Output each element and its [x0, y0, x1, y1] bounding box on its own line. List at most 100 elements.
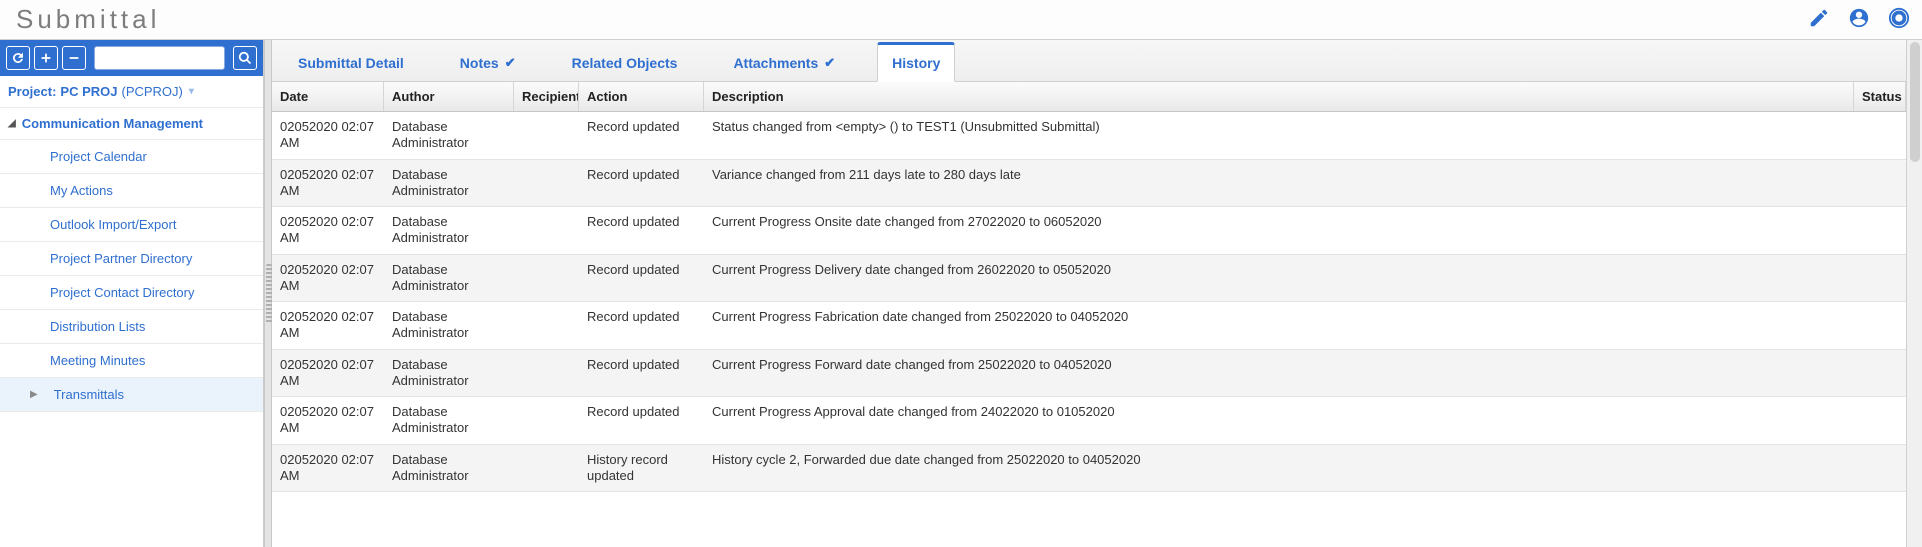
cell-status	[1854, 445, 1906, 492]
tab-bar: Submittal Detail Notes✔ Related Objects Att…	[272, 40, 1906, 82]
sidebar-item[interactable]: Project Calendar	[0, 140, 263, 174]
sidebar-item-label: Meeting Minutes	[50, 353, 145, 368]
cell-recipient	[514, 255, 579, 302]
tab[interactable]: History	[877, 42, 955, 82]
check-icon: ✔	[505, 55, 516, 71]
content-area: Submittal Detail Notes✔ Related Objects Att…	[272, 40, 1906, 547]
cell-description: Status changed from <empty> () to TEST1 …	[704, 112, 1854, 159]
edit-icon[interactable]	[1808, 7, 1830, 32]
search-input[interactable]	[94, 46, 225, 70]
project-code: (PCPROJ)	[121, 84, 182, 99]
cell-status	[1854, 207, 1906, 254]
cell-date: 02052020 02:07 AM	[272, 350, 384, 397]
cell-date: 02052020 02:07 AM	[272, 302, 384, 349]
search-button[interactable]	[233, 46, 257, 70]
grid-body: 02052020 02:07 AMDatabase AdministratorR…	[272, 112, 1906, 547]
tab-label: Attachments	[733, 55, 818, 71]
cell-description: Variance changed from 211 days late to 2…	[704, 160, 1854, 207]
table-row[interactable]: 02052020 02:07 AMDatabase AdministratorR…	[272, 350, 1906, 398]
col-header-status[interactable]: Status	[1854, 82, 1906, 111]
sidebar-item[interactable]: My Actions	[0, 174, 263, 208]
tab-label: Related Objects	[572, 55, 678, 71]
refresh-button[interactable]	[6, 46, 30, 70]
nav-group-communication-management[interactable]: ◢ Communication Management	[0, 108, 263, 140]
sidebar: Project: PC PROJ (PCPROJ) ▾ ◢ Communicat…	[0, 40, 264, 547]
cell-description: Current Progress Onsite date changed fro…	[704, 207, 1854, 254]
page-title: Submittal	[16, 4, 160, 35]
cell-recipient	[514, 350, 579, 397]
cell-description: Current Progress Fabrication date change…	[704, 302, 1854, 349]
expand-icon: ▶	[30, 389, 38, 400]
col-header-action[interactable]: Action	[579, 82, 704, 111]
check-icon: ✔	[824, 55, 835, 71]
col-header-description[interactable]: Description	[704, 82, 1854, 111]
add-button[interactable]	[34, 46, 58, 70]
table-row[interactable]: 02052020 02:07 AMDatabase AdministratorR…	[272, 255, 1906, 303]
sidebar-search	[94, 46, 225, 70]
cell-action: Record updated	[579, 160, 704, 207]
cell-action: Record updated	[579, 255, 704, 302]
table-row[interactable]: 02052020 02:07 AMDatabase AdministratorR…	[272, 302, 1906, 350]
col-header-recipient[interactable]: Recipient	[514, 82, 579, 111]
sidebar-item[interactable]: Project Contact Directory	[0, 276, 263, 310]
sidebar-item[interactable]: Distribution Lists	[0, 310, 263, 344]
chevron-down-icon: ▾	[189, 86, 194, 97]
cell-status	[1854, 160, 1906, 207]
cell-author: Database Administrator	[384, 112, 514, 159]
cell-action: Record updated	[579, 207, 704, 254]
remove-button[interactable]	[62, 46, 86, 70]
tab-label: Submittal Detail	[298, 55, 404, 71]
grid-header: Date Author Recipient Action Description…	[272, 82, 1906, 112]
cell-author: Database Administrator	[384, 350, 514, 397]
app-header: Submittal	[0, 0, 1922, 40]
sidebar-item-label: Project Contact Directory	[50, 285, 195, 300]
user-icon[interactable]	[1848, 7, 1870, 32]
scrollbar-thumb[interactable]	[1910, 42, 1920, 162]
cell-action: Record updated	[579, 302, 704, 349]
cell-status	[1854, 350, 1906, 397]
cell-status	[1854, 112, 1906, 159]
tab[interactable]: Notes✔	[446, 45, 530, 81]
splitter[interactable]	[264, 40, 272, 547]
cell-author: Database Administrator	[384, 445, 514, 492]
col-header-date[interactable]: Date	[272, 82, 384, 111]
cell-recipient	[514, 207, 579, 254]
header-actions	[1808, 7, 1910, 32]
table-row[interactable]: 02052020 02:07 AMDatabase AdministratorR…	[272, 207, 1906, 255]
sidebar-item[interactable]: Outlook Import/Export	[0, 208, 263, 242]
cell-date: 02052020 02:07 AM	[272, 112, 384, 159]
sidebar-item[interactable]: Meeting Minutes	[0, 344, 263, 378]
cell-description: History cycle 2, Forwarded due date chan…	[704, 445, 1854, 492]
main-layout: Project: PC PROJ (PCPROJ) ▾ ◢ Communicat…	[0, 40, 1922, 547]
tab[interactable]: Related Objects	[558, 45, 692, 81]
cell-description: Current Progress Forward date changed fr…	[704, 350, 1854, 397]
tab[interactable]: Attachments ✔	[719, 45, 849, 81]
cell-action: Record updated	[579, 397, 704, 444]
col-header-author[interactable]: Author	[384, 82, 514, 111]
sidebar-item[interactable]: ▶ Transmittals	[0, 378, 263, 412]
cell-date: 02052020 02:07 AM	[272, 207, 384, 254]
sidebar-item-label: Distribution Lists	[50, 319, 145, 334]
cell-author: Database Administrator	[384, 397, 514, 444]
tab-label: History	[892, 55, 940, 71]
sidebar-item-label: Project Partner Directory	[50, 251, 192, 266]
help-icon[interactable]	[1888, 7, 1910, 32]
table-row[interactable]: 02052020 02:07 AMDatabase AdministratorR…	[272, 397, 1906, 445]
sidebar-item-label: Transmittals	[54, 387, 124, 402]
table-row[interactable]: 02052020 02:07 AMDatabase Administrator R…	[272, 112, 1906, 160]
sidebar-item-label: Project Calendar	[50, 149, 147, 164]
cell-author: Database Administrator	[384, 255, 514, 302]
project-selector[interactable]: Project: PC PROJ (PCPROJ) ▾	[0, 76, 263, 108]
cell-status	[1854, 302, 1906, 349]
table-row[interactable]: 02052020 02:07 AMDatabase AdministratorR…	[272, 160, 1906, 208]
sidebar-toolbar	[0, 40, 263, 76]
cell-status	[1854, 255, 1906, 302]
nav-group-label: Communication Management	[22, 116, 203, 131]
sidebar-item-label: My Actions	[50, 183, 113, 198]
vertical-scrollbar[interactable]	[1906, 40, 1922, 547]
sidebar-item[interactable]: Project Partner Directory	[0, 242, 263, 276]
cell-action: Record updated	[579, 112, 704, 159]
cell-status	[1854, 397, 1906, 444]
tab[interactable]: Submittal Detail	[284, 45, 418, 81]
table-row[interactable]: 02052020 02:07 AMDatabase AdministratorH…	[272, 445, 1906, 493]
